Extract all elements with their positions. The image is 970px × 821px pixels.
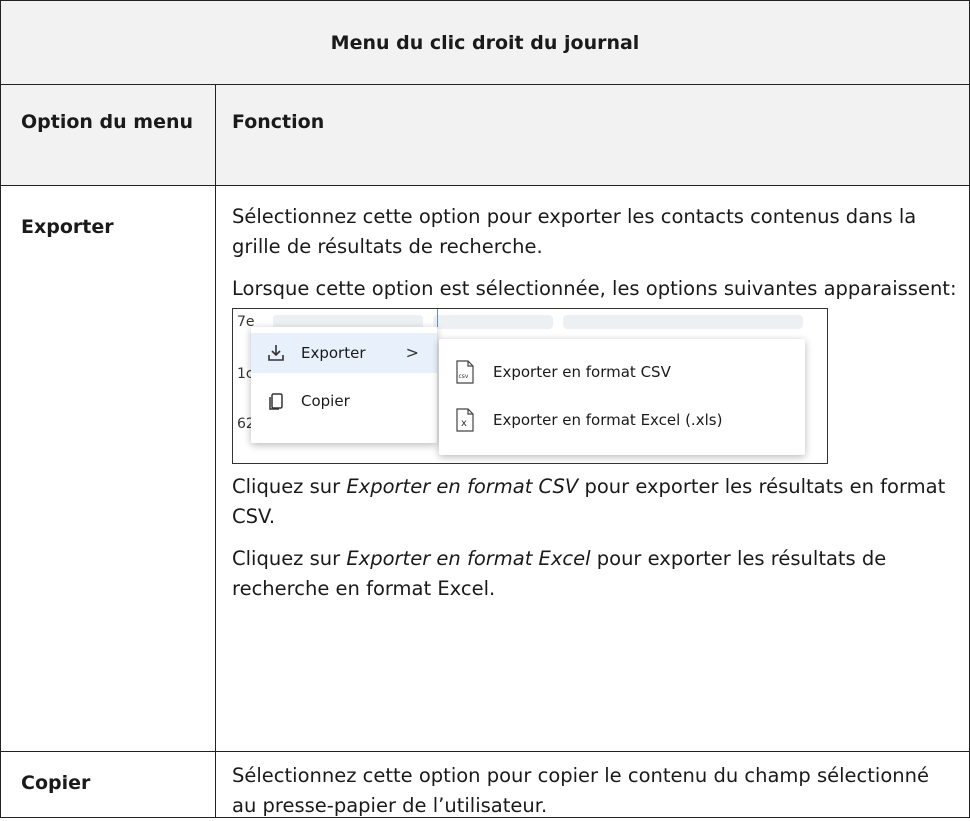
- excel-file-icon: x: [456, 408, 474, 432]
- exporter-description: Sélectionnez cette option pour exporter …: [232, 205, 917, 258]
- table-title: Menu du clic droit du journal: [1, 1, 969, 85]
- copier-description: Sélectionnez cette option pour copier le…: [232, 764, 929, 817]
- grid-cell-focus-line: [437, 309, 438, 327]
- svg-text:csv: csv: [459, 373, 469, 380]
- exporter-options-intro: Lorsque cette option est sélectionnée, l…: [232, 277, 957, 300]
- blurred-grid-text: [433, 315, 553, 329]
- submenu-item-export-excel[interactable]: x Exporter en format Excel (.xls): [439, 399, 805, 441]
- copy-icon: [269, 393, 283, 410]
- row-option-exporter: Exporter: [1, 186, 216, 752]
- menu-item-exporter[interactable]: Exporter >: [251, 333, 437, 373]
- embedded-menu-screenshot: 7e 1c 62 Exporter > Copier csv Exporter …: [232, 308, 828, 464]
- column-header-option: Option du menu: [1, 85, 216, 186]
- export-submenu: csv Exporter en format CSV x Exporter en…: [439, 339, 805, 455]
- context-menu: Exporter > Copier: [251, 327, 437, 443]
- table-title-text: Menu du clic droit du journal: [330, 31, 640, 54]
- column-header-function: Fonction: [216, 85, 969, 186]
- submenu-item-export-csv[interactable]: csv Exporter en format CSV: [439, 351, 805, 393]
- row-function-exporter: Sélectionnez cette option pour exporter …: [216, 186, 969, 752]
- svg-text:x: x: [461, 418, 467, 429]
- exporter-csv-instruction: Cliquez sur Exporter en format CSV pour …: [232, 475, 946, 528]
- blurred-grid-text: [563, 315, 803, 329]
- row-function-copier: Sélectionnez cette option pour copier le…: [216, 752, 969, 817]
- menu-item-copier[interactable]: Copier: [251, 381, 437, 421]
- chevron-right-icon: >: [405, 343, 419, 362]
- csv-file-icon: csv: [456, 360, 474, 384]
- context-menu-table: Menu du clic droit du journal Option du …: [0, 0, 970, 818]
- row-option-copier: Copier: [1, 752, 216, 817]
- download-icon: [268, 345, 284, 361]
- exporter-excel-instruction: Cliquez sur Exporter en format Excel pou…: [232, 547, 887, 600]
